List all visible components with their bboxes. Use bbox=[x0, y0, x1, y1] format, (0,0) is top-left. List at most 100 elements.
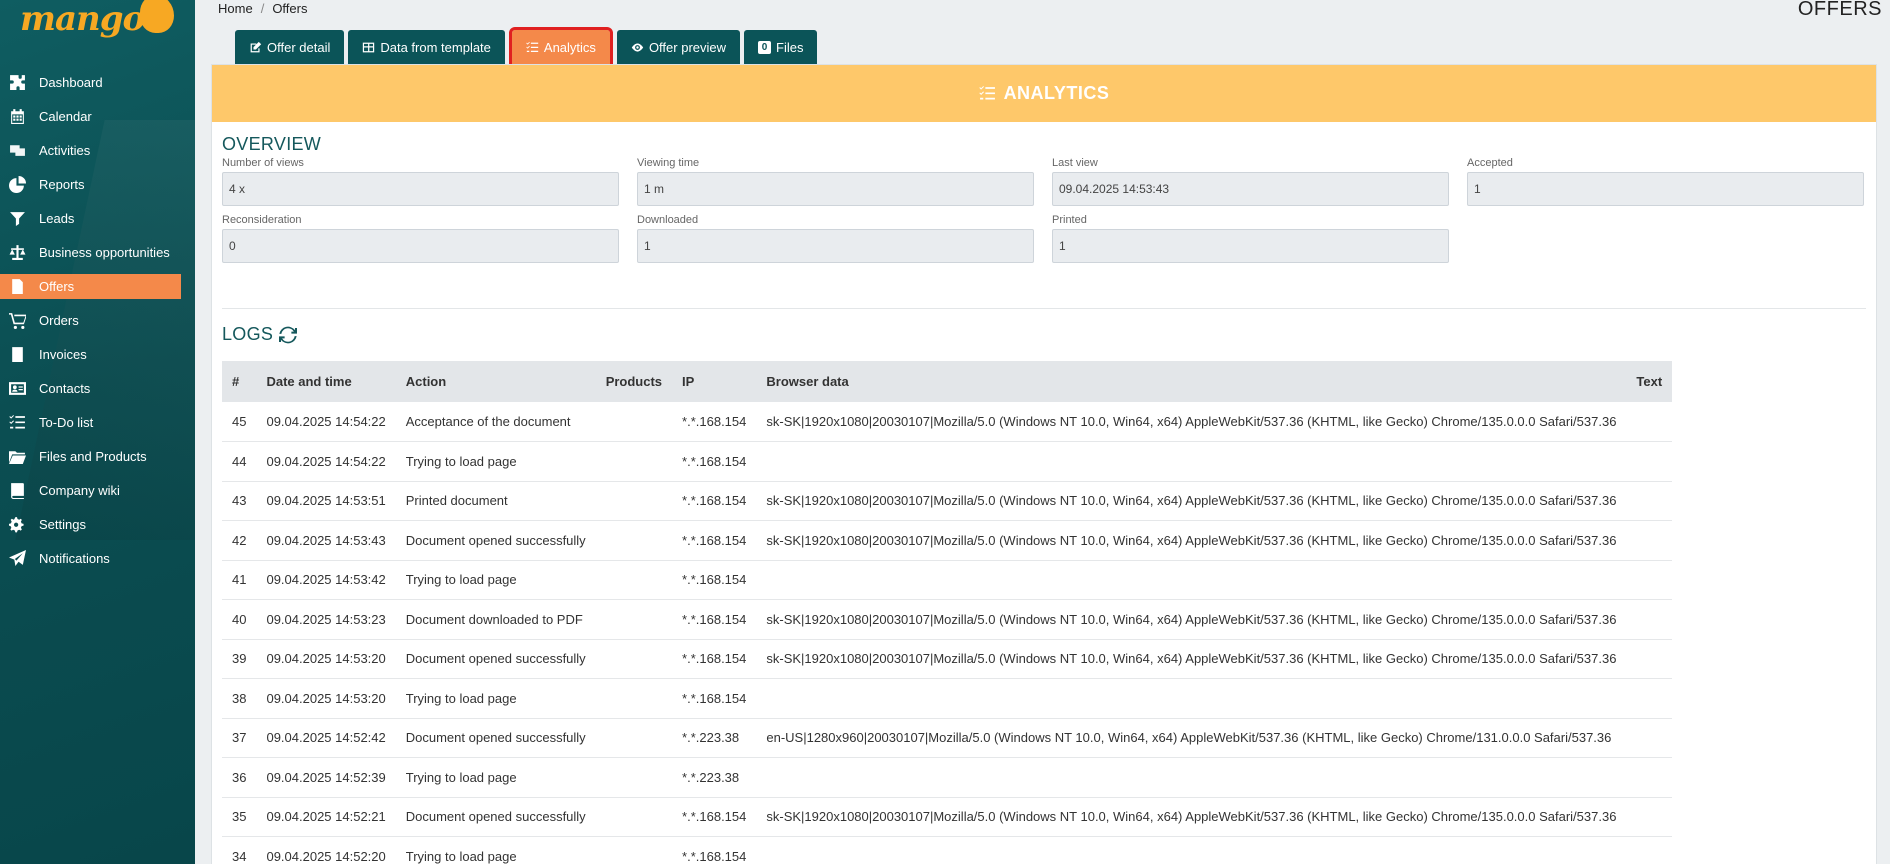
breadcrumb: Home / Offers bbox=[218, 1, 307, 16]
col-date-time-cell: 09.04.2025 14:53:20 bbox=[256, 678, 396, 719]
col-products-cell bbox=[595, 718, 673, 758]
downloaded-value: 1 bbox=[637, 229, 1034, 263]
overview-title-text: OVERVIEW bbox=[222, 134, 322, 154]
table-row: 36 09.04.2025 14:52:39 Trying to load page… bbox=[222, 757, 1673, 798]
col-action-cell: Trying to load page bbox=[395, 757, 596, 798]
printed-field: Printed 1 bbox=[1052, 214, 1449, 263]
sidebar-item-activities[interactable]: Activities bbox=[0, 133, 195, 167]
tab-offer-detail[interactable]: Offer detail bbox=[235, 30, 345, 64]
gears-icon bbox=[6, 515, 28, 533]
downloaded-label: Downloaded bbox=[637, 214, 699, 226]
sidebar-item-files-and-products[interactable]: Files and Products bbox=[0, 439, 195, 473]
col-products-cell bbox=[595, 441, 673, 482]
sidebar-item-label: Settings bbox=[39, 516, 86, 532]
logs-title: LOGS bbox=[222, 324, 298, 345]
col-browser-data-header[interactable]: Browser data bbox=[756, 361, 1627, 402]
col-browser-data-cell: sk-SK|1920x1080|20030107|Mozilla/5.0 (Wi… bbox=[756, 797, 1627, 837]
eye-icon bbox=[631, 41, 644, 54]
col-ip-cell: *.*.168.154 bbox=[672, 599, 757, 640]
section-divider bbox=[222, 308, 1866, 309]
last-view-label: Last view bbox=[1052, 157, 1098, 169]
book-icon bbox=[6, 481, 28, 499]
breadcrumb-current: Offers bbox=[272, 1, 308, 16]
sidebar-item-label: Calendar bbox=[39, 108, 92, 124]
accepted-field: Accepted 1 bbox=[1467, 157, 1864, 206]
reconsideration-field: Reconsideration 0 bbox=[222, 214, 619, 263]
sidebar-item-label: Orders bbox=[39, 312, 79, 328]
panel-header-title: ANALYTICS bbox=[1003, 83, 1110, 103]
sidebar-item-orders[interactable]: Orders bbox=[0, 303, 195, 337]
col-ip-cell: *.*.168.154 bbox=[672, 560, 757, 600]
col-products-cell bbox=[595, 639, 673, 679]
sidebar-item-notifications[interactable]: Notifications bbox=[0, 541, 195, 575]
sidebar-item-invoices[interactable]: Invoices bbox=[0, 337, 195, 371]
calendar-icon bbox=[6, 107, 28, 125]
sidebar-item-label: Company wiki bbox=[39, 482, 120, 498]
col-ip-cell: *.*.168.154 bbox=[672, 639, 757, 679]
table-row: 42 09.04.2025 14:53:43 Document opened suc… bbox=[222, 520, 1673, 561]
col-action-header[interactable]: Action bbox=[395, 361, 596, 402]
tab-offer-preview[interactable]: Offer preview bbox=[616, 30, 741, 64]
sidebar-item-dashboard[interactable]: Dashboard bbox=[0, 65, 195, 99]
tab-analytics[interactable]: Analytics bbox=[508, 27, 613, 67]
viewing-time-value: 1 m bbox=[637, 172, 1034, 206]
col-action-cell: Document opened successfully bbox=[395, 520, 596, 561]
col-ip-cell: *.*.168.154 bbox=[672, 797, 757, 837]
col-action-cell: Printed document bbox=[395, 481, 596, 521]
cart-icon bbox=[6, 311, 28, 329]
col-products-cell bbox=[595, 797, 673, 837]
col-date-time-cell: 09.04.2025 14:53:51 bbox=[256, 481, 396, 521]
pie-chart-icon bbox=[6, 175, 28, 193]
col-number-header[interactable]: # bbox=[222, 361, 257, 402]
col-number-cell: 36 bbox=[222, 757, 257, 798]
col-date-time-cell: 09.04.2025 14:53:43 bbox=[256, 520, 396, 561]
sidebar-item-contacts[interactable]: Contacts bbox=[0, 371, 195, 405]
refresh-icon[interactable] bbox=[279, 326, 298, 344]
tab-label: Files bbox=[776, 39, 804, 55]
col-date-time-header[interactable]: Date and time bbox=[256, 361, 396, 402]
sidebar-nav: Dashboard Calendar Activities Reports Leads B… bbox=[0, 65, 195, 575]
col-number-cell: 44 bbox=[222, 441, 257, 482]
col-browser-data-cell bbox=[756, 560, 1627, 600]
printed-label: Printed bbox=[1052, 214, 1087, 226]
tab-files[interactable]: 0 Files bbox=[744, 30, 818, 64]
table-row: 38 09.04.2025 14:53:20 Trying to load page… bbox=[222, 678, 1673, 719]
sidebar-item-company-wiki[interactable]: Company wiki bbox=[0, 473, 195, 507]
views-label: Number of views bbox=[222, 157, 304, 169]
col-action-cell: Trying to load page bbox=[395, 836, 596, 864]
sidebar-item-leads[interactable]: Leads bbox=[0, 201, 195, 235]
mango-logo[interactable]: mango bbox=[20, 0, 175, 44]
logs-table: # Date and time Action Products IP Browser da… bbox=[222, 361, 1673, 864]
sidebar-item-reports[interactable]: Reports bbox=[0, 167, 195, 201]
downloaded-field: Downloaded 1 bbox=[637, 214, 1034, 263]
paper-plane-icon bbox=[6, 549, 28, 567]
breadcrumb-home[interactable]: Home bbox=[218, 1, 253, 16]
col-number-cell: 42 bbox=[222, 520, 257, 561]
col-number-cell: 43 bbox=[222, 481, 257, 521]
sidebar-item-settings[interactable]: Settings bbox=[0, 507, 195, 541]
col-action-cell: Trying to load page bbox=[395, 678, 596, 719]
col-text-header[interactable]: Text bbox=[1626, 361, 1673, 402]
overview-title: OVERVIEW bbox=[222, 134, 321, 155]
logs-title-text: LOGS bbox=[222, 324, 274, 344]
sidebar-item-label: Contacts bbox=[39, 380, 91, 396]
col-date-time-cell: 09.04.2025 14:53:23 bbox=[256, 599, 396, 640]
sidebar-item-calendar[interactable]: Calendar bbox=[0, 99, 195, 133]
invoice-icon bbox=[6, 345, 28, 363]
accepted-value: 1 bbox=[1467, 172, 1864, 206]
col-products-header[interactable]: Products bbox=[595, 361, 673, 402]
sidebar-item-to-do-list[interactable]: To-Do list bbox=[0, 405, 195, 439]
viewing-time-label: Viewing time bbox=[637, 157, 700, 169]
table-row: 39 09.04.2025 14:53:20 Document opened suc… bbox=[222, 639, 1673, 679]
col-text-cell bbox=[1626, 481, 1673, 521]
last-view-value: 09.04.2025 14:53:43 bbox=[1052, 172, 1449, 206]
sidebar-item-label: Business opportunities bbox=[39, 244, 170, 260]
sidebar-item-label: To-Do list bbox=[39, 414, 94, 430]
views-field: Number of views 4 x bbox=[222, 157, 619, 206]
sidebar: mango Dashboard Calendar Activities Reports… bbox=[0, 0, 195, 864]
sidebar-item-offers[interactable]: Offers bbox=[0, 274, 181, 299]
col-ip-header[interactable]: IP bbox=[672, 361, 757, 402]
sidebar-item-business-opportunities[interactable]: Business opportunities bbox=[0, 235, 195, 269]
sidebar-item-label: Activities bbox=[39, 142, 91, 158]
tab-data-from-template[interactable]: Data from template bbox=[348, 30, 505, 64]
